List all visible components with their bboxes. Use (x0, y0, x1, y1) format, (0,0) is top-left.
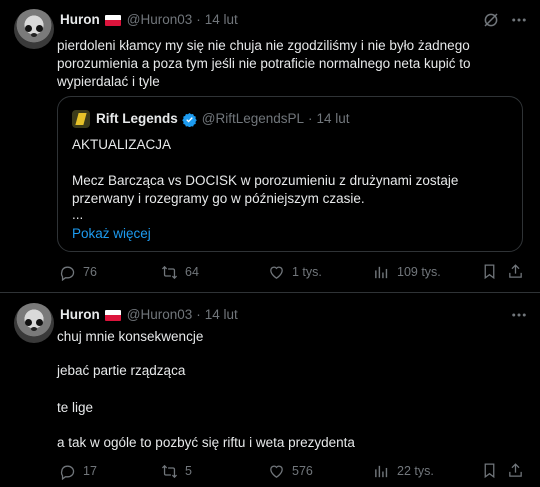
repost-button[interactable]: 64 (161, 263, 199, 281)
bookmark-icon (481, 263, 505, 280)
repost-icon (161, 264, 185, 281)
quoted-tweet[interactable]: Rift Legends @RiftLegendsPL · 14 lut AKT… (57, 96, 523, 252)
reply-button[interactable]: 76 (59, 263, 97, 281)
share-button[interactable] (507, 263, 531, 280)
separator-dot: · (196, 12, 201, 27)
like-icon (268, 264, 292, 281)
tweet-2[interactable]: Huron @Huron03 · 14 lut chuj mnie konsek… (0, 293, 540, 487)
repost-count: 64 (185, 265, 199, 279)
tweet-actions: 76 64 1 tys. 109 tys. (56, 263, 526, 283)
show-more-link[interactable]: Pokaż więcej (72, 225, 151, 243)
separator-dot: · (308, 111, 313, 126)
quoted-author-name: Rift Legends (96, 111, 178, 126)
poland-flag-icon (104, 14, 121, 26)
tweet-header: Huron @Huron03 · 14 lut (60, 11, 238, 29)
tweet-actions: 17 5 576 22 tys. (56, 462, 526, 482)
tweet-text-line: te lige (57, 400, 94, 415)
quoted-tweet-header: Rift Legends @RiftLegendsPL · 14 lut (72, 110, 350, 128)
tweet-text-line: chuj mnie konsekwencje (57, 329, 204, 344)
author-handle[interactable]: @Huron03 (127, 11, 193, 29)
views-button[interactable]: 109 tys. (373, 263, 441, 281)
views-count: 22 tys. (397, 464, 434, 478)
tweet-time[interactable]: 14 lut (205, 306, 238, 324)
author-handle[interactable]: @Huron03 (127, 306, 193, 324)
grok-icon[interactable] (482, 11, 500, 29)
bookmark-icon (481, 462, 505, 479)
like-icon (268, 463, 292, 480)
verified-icon (182, 112, 197, 127)
like-button[interactable]: 1 tys. (268, 263, 322, 281)
author-name[interactable]: Huron (60, 11, 100, 29)
quoted-tweet-body: Mecz Barcząca vs DOCISK w porozumieniu z… (72, 173, 459, 206)
tweet-1[interactable]: Huron @Huron03 · 14 lut pierdoleni kłamc… (0, 0, 540, 292)
separator-dot: · (196, 307, 201, 322)
tweet-text: pierdoleni kłamcy my się nie chuja nie z… (57, 38, 471, 89)
bookmark-button[interactable] (481, 462, 505, 479)
repost-count: 5 (185, 464, 192, 478)
tweet-time[interactable]: 14 lut (205, 11, 238, 29)
repost-icon (161, 463, 185, 480)
avatar[interactable] (14, 303, 54, 343)
like-count: 1 tys. (292, 265, 322, 279)
quoted-tweet-ellipsis: ... (72, 207, 84, 222)
reply-count: 76 (83, 265, 97, 279)
reply-button[interactable]: 17 (59, 462, 97, 480)
views-count: 109 tys. (397, 265, 441, 279)
more-icon[interactable] (510, 306, 528, 324)
quoted-author-handle: @RiftLegendsPL (201, 111, 305, 126)
views-button[interactable]: 22 tys. (373, 462, 434, 480)
bookmark-button[interactable] (481, 263, 505, 280)
share-icon (507, 263, 531, 280)
reply-icon (59, 463, 83, 480)
like-button[interactable]: 576 (268, 462, 313, 480)
views-icon (373, 264, 397, 281)
reply-count: 17 (83, 464, 97, 478)
share-button[interactable] (507, 462, 531, 479)
reply-icon (59, 264, 83, 281)
like-count: 576 (292, 464, 313, 478)
avatar[interactable] (14, 9, 54, 49)
share-icon (507, 462, 531, 479)
repost-button[interactable]: 5 (161, 462, 192, 480)
tweet-text-line: jebać partie rządząca (57, 363, 186, 378)
quoted-avatar (72, 110, 90, 128)
quoted-tweet-heading: AKTUALIZACJA (72, 137, 172, 152)
tweet-header: Huron @Huron03 · 14 lut (60, 306, 238, 324)
poland-flag-icon (104, 309, 121, 321)
author-name[interactable]: Huron (60, 306, 100, 324)
tweet-text-line: a tak w ogóle to pozbyć się riftu i weta… (57, 435, 355, 450)
more-icon[interactable] (510, 11, 528, 29)
quoted-tweet-time: 14 lut (316, 111, 350, 126)
views-icon (373, 463, 397, 480)
